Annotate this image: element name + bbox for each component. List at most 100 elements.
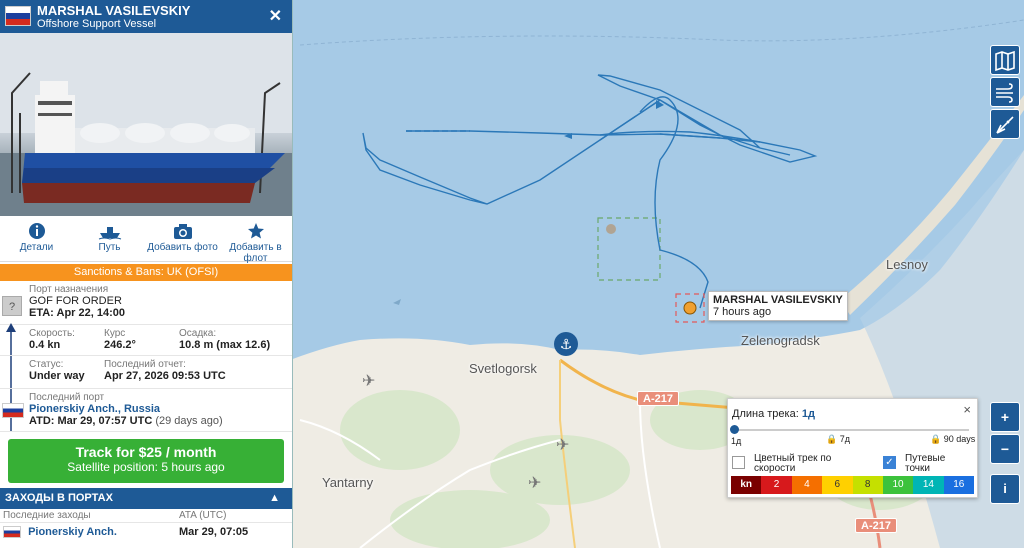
lock-icon: 🔒 <box>826 434 838 444</box>
port-call-ata: Mar 29, 07:05 <box>179 526 249 538</box>
info-button[interactable]: i <box>990 474 1020 504</box>
status-value: Under way <box>29 370 85 382</box>
unknown-port-icon: ? <box>2 296 22 316</box>
collapse-icon[interactable]: ▲ <box>269 488 280 509</box>
vessel-name: MARSHAL VASILEVSKIY <box>37 3 191 18</box>
track-subscription-button[interactable]: Track for $25 / month Satellite position… <box>8 439 284 483</box>
speed-step: 2 <box>761 476 792 494</box>
waypoints-checkbox[interactable]: ✓ <box>883 456 896 469</box>
port-calls-header[interactable]: ЗАХОДЫ В ПОРТАХ ▲ <box>0 488 292 509</box>
course-label: Курс <box>104 328 126 339</box>
last-port-label: Последний порт <box>29 392 105 403</box>
col-ata: ATA (UTC) <box>179 510 227 521</box>
track-button-title: Track for $25 / month <box>75 444 217 460</box>
measure-icon <box>996 116 1014 134</box>
vessel-panel: MARSHAL VASILEVSKIY Offshore Support Ves… <box>0 0 293 548</box>
last-port-link[interactable]: Pionerskiy Anch., Russia <box>29 403 292 415</box>
status-label: Статус: <box>29 359 64 370</box>
sanctions-banner[interactable]: Sanctions & Bans: UK (OFSI) <box>0 264 292 281</box>
add-photo-label: Добавить фото <box>147 242 218 253</box>
map-label-zelenogradsk: Zelenogradsk <box>741 333 820 348</box>
svg-text:✈: ✈ <box>556 435 569 454</box>
speed-step: 4 <box>791 476 823 494</box>
map-layers-button[interactable] <box>990 45 1020 75</box>
speed-unit-label: kn <box>731 476 762 494</box>
slider-mark-1d: 1д <box>731 436 742 446</box>
close-icon[interactable]: × <box>963 402 971 417</box>
speed-step: 10 <box>882 476 914 494</box>
add-photo-button[interactable]: Добавить фото <box>146 216 219 261</box>
speed-value: 0.4 kn <box>29 339 61 351</box>
track-length-slider[interactable] <box>730 425 969 434</box>
vessel-header: MARSHAL VASILEVSKIY Offshore Support Ves… <box>0 0 292 33</box>
col-recent-calls: Последние заходы <box>3 510 91 521</box>
waypoints-label: Путевые точки <box>905 453 946 474</box>
last-port-ago: (29 days ago) <box>155 415 223 427</box>
path-button[interactable]: Путь <box>73 216 146 261</box>
lock-icon: 🔒 <box>930 434 942 444</box>
zoom-out-button[interactable]: − <box>990 434 1020 464</box>
destination-section: ? Порт назначения GOF FOR ORDER ETA: Apr… <box>0 281 292 325</box>
map-label-lesnoy: Lesnoy <box>886 257 928 272</box>
destination-value: GOF FOR ORDER <box>29 295 122 307</box>
ship-path-icon <box>98 227 121 240</box>
map-layers-icon <box>995 50 1015 72</box>
add-to-fleet-button[interactable]: Добавить в флот <box>219 216 292 264</box>
last-report-label: Последний отчет: <box>104 359 186 370</box>
port-calls-title: ЗАХОДЫ В ПОРТАХ <box>5 492 113 504</box>
speed-label: Скорость: <box>29 328 75 339</box>
road-shield: A-217 <box>637 391 679 406</box>
russia-flag-icon <box>5 6 31 26</box>
map-label-svetlogorsk: Svetlogorsk <box>469 361 537 376</box>
track-length-panel: Длина трека: 1д × 1д 🔒 7д 🔒 90 days Цвет… <box>727 398 978 498</box>
vessel-photo[interactable] <box>0 33 292 216</box>
weather-icon <box>996 83 1013 103</box>
vessel-map-label-time: 7 hours ago <box>713 306 772 318</box>
last-port-atd: ATD: Mar 29, 07:57 UTC <box>29 415 153 427</box>
destination-eta: ETA: Apr 22, 14:00 <box>29 307 125 319</box>
speed-step: 16 <box>943 476 974 494</box>
vessel-map-label[interactable]: MARSHAL VASILEVSKIY 7 hours ago <box>708 291 848 321</box>
speed-color-scale: kn 2 4 6 8 10 14 16 <box>731 476 974 494</box>
details-button[interactable]: Детали <box>0 216 73 261</box>
speed-step: 6 <box>822 476 853 494</box>
star-icon <box>247 223 264 239</box>
road-shield: A-217 <box>855 518 897 533</box>
slider-mark-90d: 90 days <box>943 434 976 444</box>
svg-text:⚓: ⚓ <box>560 337 573 353</box>
track-length-selected: 1д <box>801 408 815 420</box>
map-label-yantarny: Yantarny <box>322 475 374 490</box>
zoom-in-button[interactable]: + <box>990 402 1020 432</box>
details-label: Детали <box>19 242 54 253</box>
info-icon <box>28 223 45 239</box>
color-by-speed-label: Цветный трек по скорости <box>754 453 832 474</box>
camera-icon <box>173 224 192 239</box>
nav-row-1: Скорость: 0.4 kn Курс 246.2° Осадка: 10.… <box>0 325 292 356</box>
weather-button[interactable] <box>990 77 1020 107</box>
last-report-value: Apr 27, 2026 09:53 UTC <box>104 370 226 382</box>
draught-value: 10.8 m (max 12.6) <box>179 339 271 351</box>
vessel-photo-image <box>0 33 292 216</box>
close-icon[interactable]: ✕ <box>269 6 282 26</box>
port-call-link[interactable]: Pionerskiy Anch. <box>28 526 117 538</box>
vessel-map-label-name: MARSHAL VASILEVSKIY <box>713 294 843 306</box>
track-length-title: Длина трека: <box>732 408 799 420</box>
add-to-fleet-label: Добавить в флот <box>229 242 282 264</box>
russia-flag-icon <box>3 526 21 539</box>
svg-text:✈: ✈ <box>362 371 375 390</box>
vessel-type: Offshore Support Vessel <box>37 18 157 30</box>
draught-label: Осадка: <box>179 328 217 339</box>
table-row[interactable]: Pionerskiy Anch. Mar 29, 07:05 <box>0 523 292 541</box>
track-button-subtitle: Satellite position: 5 hours ago <box>67 460 225 474</box>
slider-mark-7d: 7д <box>839 434 850 444</box>
slider-handle[interactable] <box>730 425 739 434</box>
speed-step: 14 <box>913 476 944 494</box>
last-port-section: Последний порт Pionerskiy Anch., Russia … <box>0 389 292 432</box>
russia-flag-icon <box>2 403 24 418</box>
color-by-speed-checkbox[interactable] <box>732 456 745 469</box>
course-value: 246.2° <box>104 339 136 351</box>
path-label: Путь <box>98 242 121 253</box>
vessel-actions: Детали Путь Добавить фото Добавить в фло… <box>0 216 292 264</box>
measure-button[interactable] <box>990 109 1020 139</box>
nav-row-2: Статус: Under way Последний отчет: Apr 2… <box>0 356 292 389</box>
